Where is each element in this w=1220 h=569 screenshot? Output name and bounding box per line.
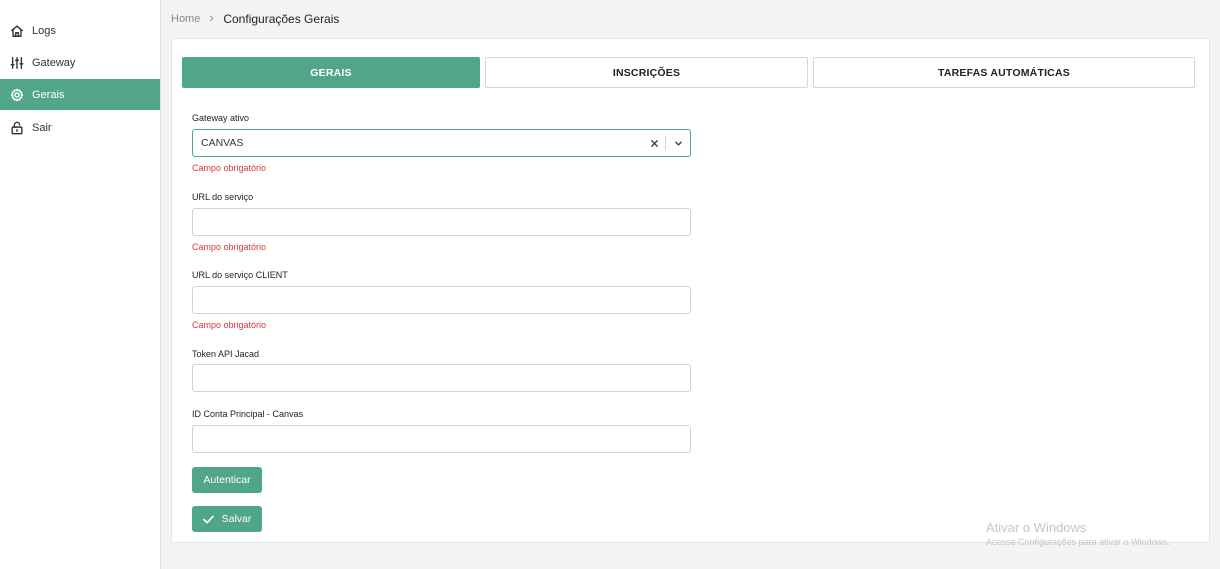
- service-url-input[interactable]: [192, 208, 691, 236]
- service-url-error: Campo obrigatório: [192, 242, 267, 252]
- gateway-label: Gateway ativo: [192, 113, 250, 123]
- account-id-input[interactable]: [192, 425, 691, 453]
- check-icon: [202, 515, 214, 523]
- settings-card: GERAIS INSCRIÇÕES TAREFAS AUTOMÁTICAS Ga…: [171, 38, 1210, 543]
- sidebar-item-label: Sair: [32, 121, 52, 134]
- client-url-error: Campo obrigatório: [192, 320, 267, 330]
- windows-activation-watermark: Ativar o Windows Acesse Configurações pa…: [986, 520, 1170, 547]
- breadcrumb: Home Configurações Gerais: [171, 11, 339, 27]
- service-url-label: URL do serviço: [192, 192, 254, 202]
- gateway-select-value: CANVAS: [201, 137, 244, 149]
- token-input[interactable]: [192, 364, 691, 392]
- unlock-icon: [10, 121, 24, 135]
- tab-tarefas-automaticas[interactable]: TAREFAS AUTOMÁTICAS: [813, 57, 1195, 88]
- page-title: Configurações Gerais: [223, 12, 340, 26]
- tab-inscricoes[interactable]: INSCRIÇÕES: [485, 57, 808, 88]
- save-button-label: Salvar: [221, 513, 252, 525]
- account-id-label: ID Conta Principal - Canvas: [192, 409, 304, 419]
- gateway-error: Campo obrigatório: [192, 163, 267, 173]
- watermark-title: Ativar o Windows: [986, 520, 1087, 535]
- sidebar-item-gerais[interactable]: Gerais: [0, 79, 160, 110]
- sliders-icon: [10, 56, 24, 70]
- sidebar: Logs Gateway Gerais Sair: [0, 0, 161, 569]
- tab-gerais[interactable]: GERAIS: [182, 57, 480, 88]
- sidebar-item-label: Gateway: [32, 56, 76, 69]
- chevron-down-icon[interactable]: [666, 130, 690, 156]
- breadcrumb-home[interactable]: Home: [171, 13, 200, 25]
- sidebar-item-gateway[interactable]: Gateway: [0, 47, 160, 78]
- client-url-label: URL do serviço CLIENT: [192, 270, 288, 280]
- sidebar-item-sair[interactable]: Sair: [0, 112, 160, 143]
- clear-icon[interactable]: [643, 130, 665, 156]
- watermark-subtitle: Acesse Configurações para ativar o Windo…: [986, 537, 1171, 547]
- sidebar-item-label: Logs: [32, 24, 56, 37]
- gear-icon: [10, 88, 24, 102]
- sidebar-item-logs[interactable]: Logs: [0, 15, 160, 46]
- gateway-select[interactable]: CANVAS: [192, 129, 691, 157]
- home-icon: [10, 24, 24, 38]
- chevron-right-icon: [208, 13, 215, 25]
- save-button[interactable]: Salvar: [192, 506, 262, 532]
- client-url-input[interactable]: [192, 286, 691, 314]
- token-label: Token API Jacad: [192, 349, 260, 359]
- sidebar-item-label: Gerais: [32, 88, 65, 101]
- authenticate-button[interactable]: Autenticar: [192, 467, 262, 493]
